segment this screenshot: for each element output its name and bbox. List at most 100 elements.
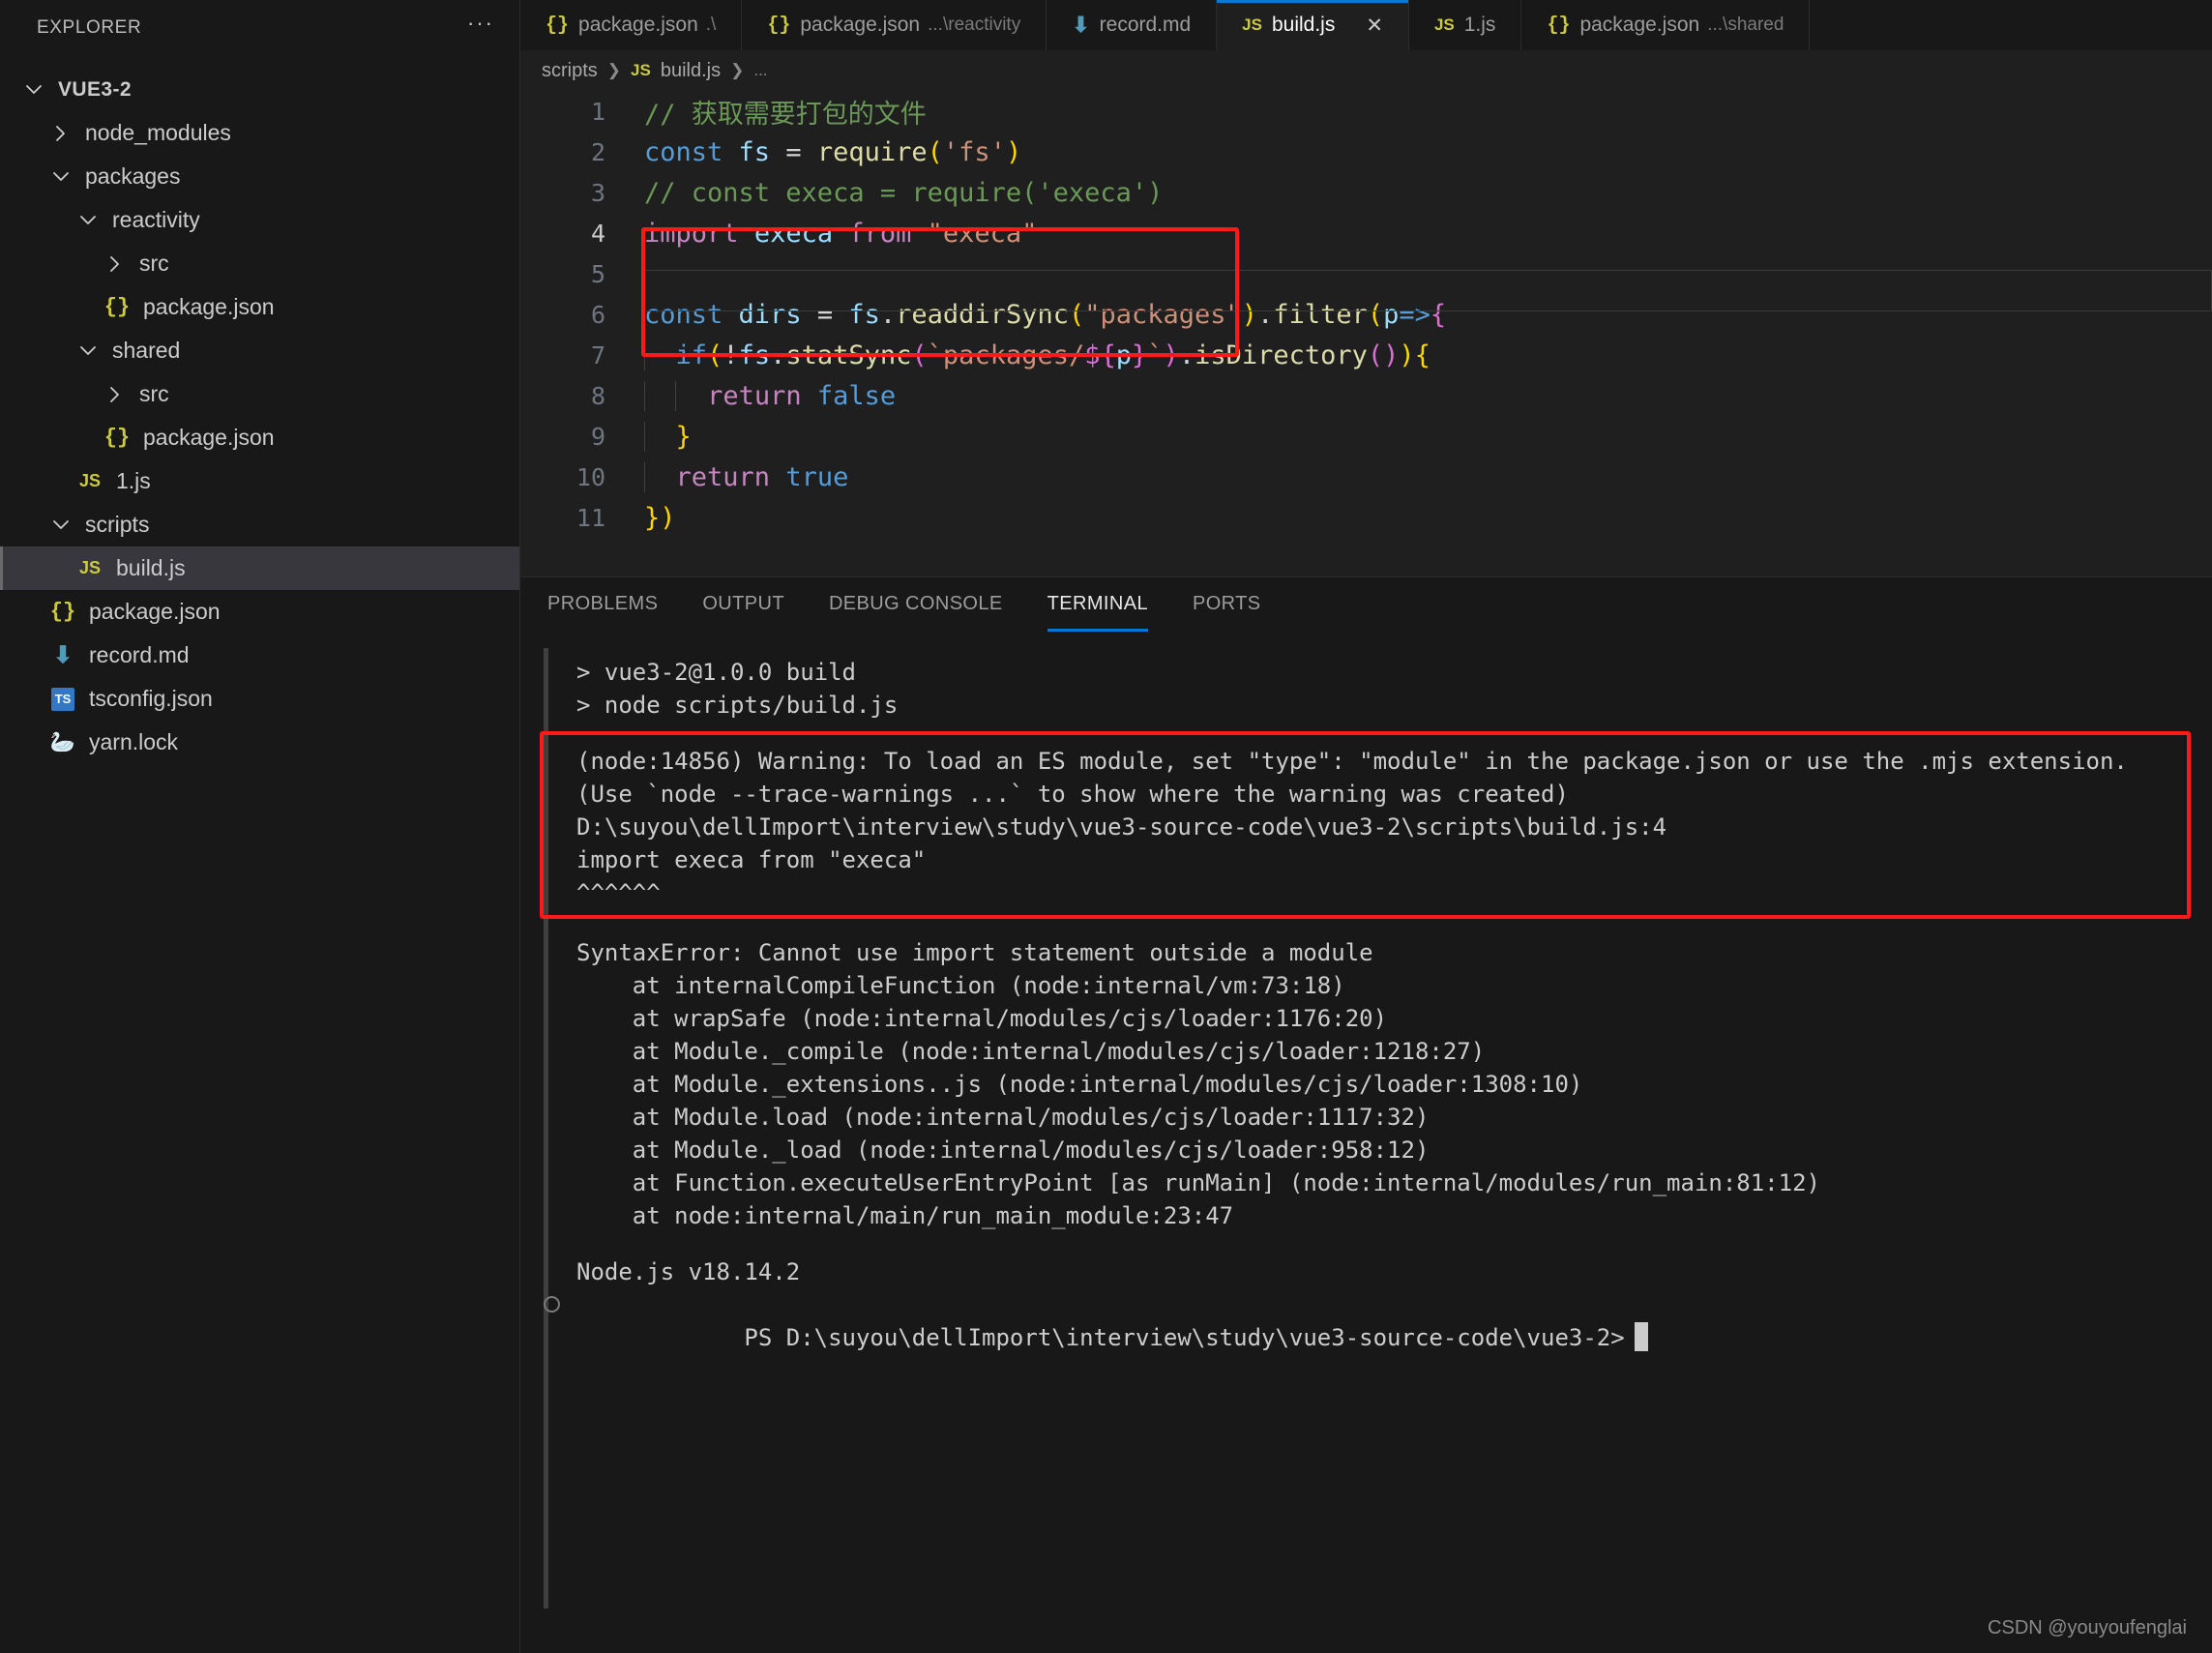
tab-build-js[interactable]: JS build.js ✕ [1217,0,1409,50]
code-text: const fs = require('fs') [644,136,1022,167]
chevron-right-icon[interactable] [101,384,130,405]
js-file-icon: JS [1433,15,1455,34]
term-run-line: > vue3-2@1.0.0 build [576,659,856,686]
chevron-right-icon-2: ❯ [730,61,745,79]
tree-item-label: tsconfig.json [89,686,213,711]
tree-item-node-modules[interactable]: node_modules [0,111,519,155]
term-error-line: at Module._compile (node:internal/module… [576,1038,1486,1065]
tab-label: build.js [1271,14,1336,36]
tree-item-reactivity[interactable]: reactivity [0,198,519,242]
tree-item-package-json[interactable]: {} package.json [0,416,519,459]
tree-item-scripts[interactable]: scripts [0,503,519,546]
code-text: import execa from "execa" [644,218,1038,249]
md-file-icon: ⬇ [1072,13,1090,37]
chevron-down-icon[interactable] [74,340,103,362]
term-error-line: at Module._extensions..js (node:internal… [576,1071,1583,1098]
tab-package-json-1[interactable]: {} package.json ...\reactivity [742,0,1047,50]
code-editor[interactable]: 1 // 获取需要打包的文件 2 const fs = require('fs') 3 /… [520,91,2212,576]
line-number: 1 [590,97,605,126]
chevron-down-icon[interactable] [46,166,75,188]
code-line-10: 10 return true [520,457,2212,497]
panel-tab-debug-console[interactable]: DEBUG CONSOLE [829,577,1003,632]
tab-1-js[interactable]: JS 1.js [1408,0,1522,50]
tab-package-json-5[interactable]: {} package.json ...\shared [1521,0,1811,50]
tree-item-label: package.json [89,599,221,624]
code-line-1: 1 // 获取需要打包的文件 [520,91,2212,132]
chevron-right-icon[interactable] [101,253,130,275]
breadcrumb-ellipsis[interactable]: ... [753,61,767,80]
panel-tab-label: OUTPUT [702,593,784,614]
chevron-down-icon[interactable] [74,210,103,231]
tree-item-label: reactivity [112,207,200,232]
tree-item-vue3-2[interactable]: VUE3-2 [0,68,519,111]
terminal-warning-output: (node:14856) Warning: To load an ES modu… [576,745,2212,909]
code-line-3: 3 // const execa = require('execa') [520,172,2212,213]
chevron-down-icon[interactable] [46,515,75,536]
panel-tab-problems[interactable]: PROBLEMS [547,577,658,632]
tab-label: package.json [578,14,698,36]
tree-item-1-js[interactable]: JS 1.js [0,459,519,503]
panel-tab-label: PROBLEMS [547,593,659,614]
more-actions-icon[interactable]: ··· [467,13,494,38]
tree-item-label: record.md [89,642,190,667]
panel-tab-terminal[interactable]: TERMINAL [1047,577,1149,632]
line-number: 8 [590,381,605,410]
tree-item-build-js[interactable]: JS build.js [0,546,519,590]
line-number: 7 [590,340,605,369]
line-number: 11 [575,503,605,532]
tree-item-package-json[interactable]: {} package.json [0,285,519,329]
chevron-down-icon[interactable] [19,79,48,101]
tab-record-md[interactable]: ⬇ record.md [1047,0,1218,50]
term-error-line: SyntaxError: Cannot use import statement… [576,939,1373,966]
terminal-view[interactable]: > vue3-2@1.0.0 build > node scripts/build… [520,631,2212,1653]
tree-item-label: node_modules [85,120,231,145]
explorer-header: EXPLORER ··· [0,0,519,56]
code-text: return false [627,380,896,411]
tree-item-packages[interactable]: packages [0,155,519,198]
panel-tab-ports[interactable]: PORTS [1193,577,1261,632]
node-version-line: Node.js v18.14.2 [576,1258,801,1285]
tree-item-src[interactable]: src [0,242,519,285]
tab-label: 1.js [1463,14,1496,36]
chevron-right-icon[interactable] [46,123,75,144]
line-number: 9 [590,422,605,451]
code-line-7: 7 if(!fs.statSync(`packages/${p}`).isDir… [520,335,2212,375]
term-warning-line: (Use `node --trace-warnings ...` to show… [576,781,1569,808]
tab-package-json-0[interactable]: {} package.json .\ [520,0,743,50]
panel-tab-label: TERMINAL [1047,593,1148,614]
editor-area: {} package.json .\ {} package.json ...\reacti… [520,0,2212,1653]
tree-item-src[interactable]: src [0,372,519,416]
tree-item-label: package.json [143,425,275,450]
code-line-8: 8 return false [520,375,2212,416]
code-line-11: 11}) [520,497,2212,538]
shell-prompt-line[interactable]: PS D:\suyou\dellImport\interview\study\v… [576,1288,2212,1387]
code-line-4: 4 import execa from "execa" [520,213,2212,253]
watermark: CSDN @youyoufenglai [1988,1617,2187,1638]
js-file-icon: JS [1242,15,1262,34]
tree-item-package-json[interactable]: {} package.json [0,590,519,634]
terminal-run-output: > vue3-2@1.0.0 build > node scripts/build… [576,656,2212,722]
code-text: if(!fs.statSync(`packages/${p}`).isDirec… [627,339,1430,370]
code-lines: 1 // 获取需要打包的文件 2 const fs = require('fs') 3 /… [520,91,2212,538]
tree-item-label: shared [112,338,181,363]
file-tree: VUE3-2 node_modules packages reactivity src {… [0,68,519,764]
json-file-icon: {} [103,295,131,319]
code-line-9: 9 } [520,416,2212,457]
json-file-icon: {} [49,600,76,624]
tab-description: .\ [705,15,717,35]
close-icon[interactable]: ✕ [1366,15,1383,36]
breadcrumb-folder[interactable]: scripts [542,60,598,82]
tree-item-tsconfig-json[interactable]: TS tsconfig.json [0,677,519,721]
tree-item-yarn-lock[interactable]: 🦢 yarn.lock [0,721,519,764]
breadcrumb-file[interactable]: build.js [661,60,721,82]
tree-item-record-md[interactable]: ⬇ record.md [0,634,519,677]
term-error-line: at node:internal/main/run_main_module:23… [576,1202,1234,1229]
tab-label: record.md [1099,14,1192,36]
term-error-line: at wrapSafe (node:internal/modules/cjs/l… [576,1005,1388,1032]
chevron-right-icon: ❯ [606,61,622,79]
line-number: 2 [590,137,605,166]
prompt-path: PS D:\suyou\dellImport\interview\study\v… [744,1324,1625,1351]
panel-tab-output[interactable]: OUTPUT [702,577,784,632]
tree-item-shared[interactable]: shared [0,329,519,372]
term-warning-line: D:\suyou\dellImport\interview\study\vue3… [576,813,1667,841]
